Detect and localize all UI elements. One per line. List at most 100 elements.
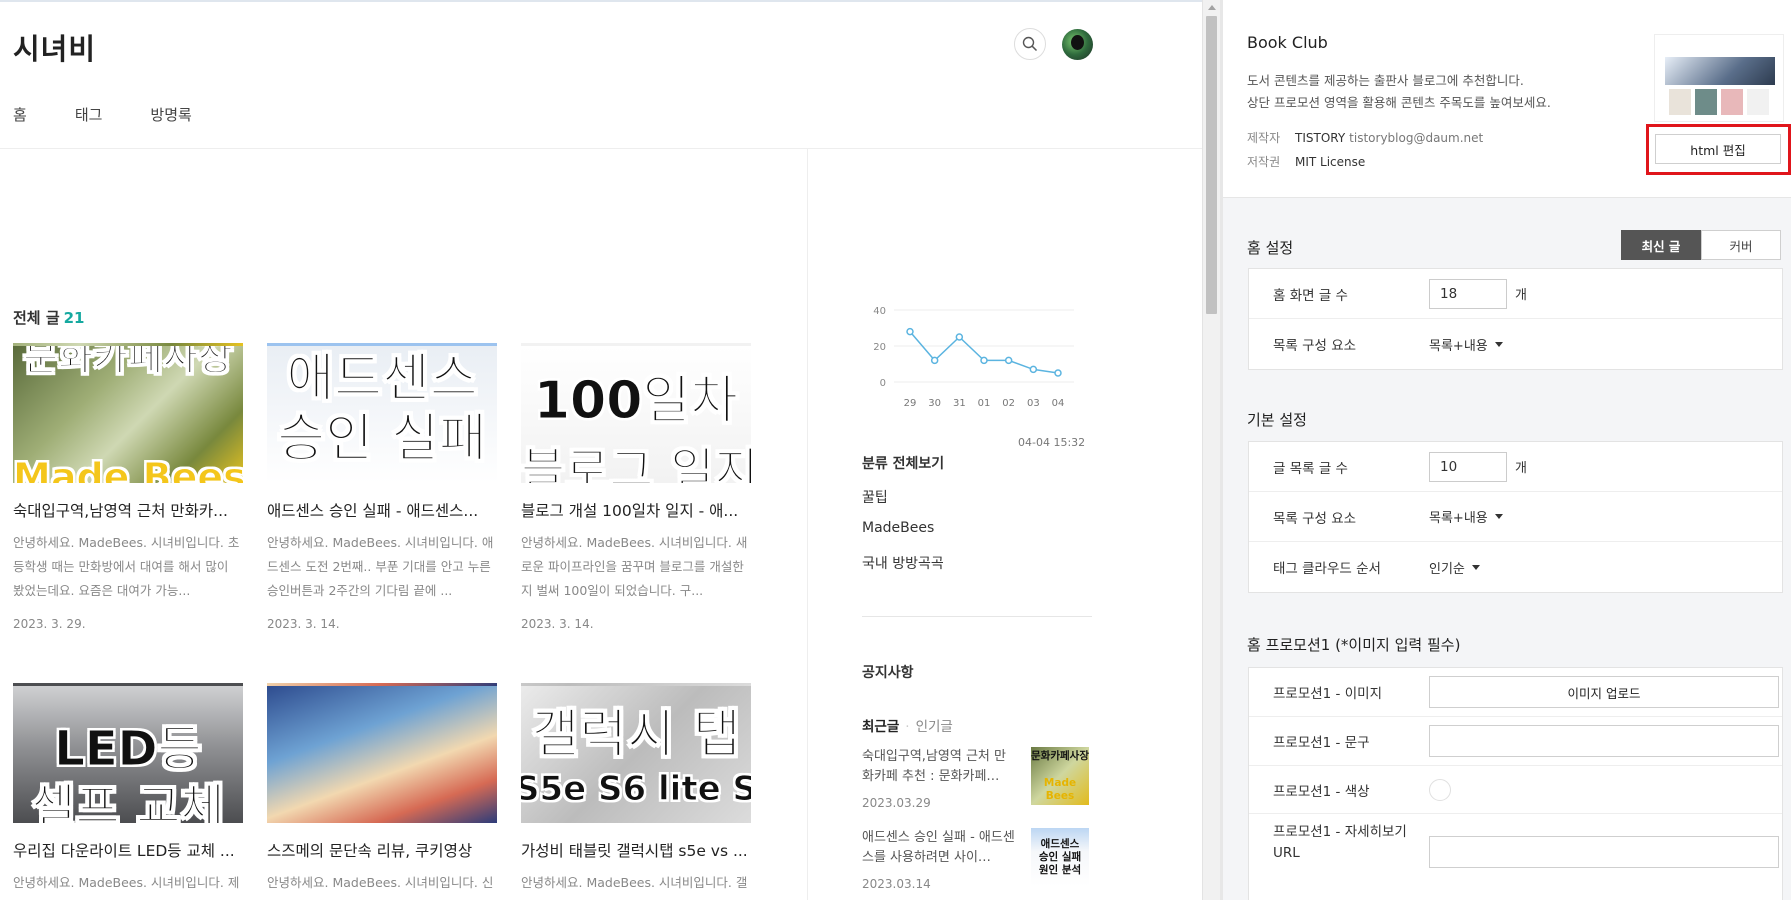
thumb-caption: LED등 bbox=[54, 721, 202, 777]
home-settings-title: 홈 설정 bbox=[1247, 239, 1294, 257]
skin-name: Book Club bbox=[1247, 33, 1328, 52]
dropdown-value: 목록+내용 bbox=[1429, 338, 1488, 354]
post-excerpt: 안녕하세요. MadeBees. 시녀비입니다. 초등학생 때는 만화방에서 대… bbox=[13, 535, 240, 598]
basic-list-component-label: 목록 구성 요소 bbox=[1273, 510, 1357, 527]
recent-post[interactable]: 숙대입구역,남영역 근처 만화카페 추천 : 문화카페… 2023.03.29 bbox=[862, 747, 1017, 813]
post-card[interactable]: 100일차 블로그 일지 블로그 개설 100일차 일지 - 애... 안녕하세… bbox=[521, 343, 751, 631]
recent-post-title[interactable]: 숙대입구역,남영역 근처 만화카페 추천 : 문화카페… bbox=[862, 747, 1017, 787]
promo-url-input[interactable] bbox=[1429, 836, 1779, 868]
skin-description: 도서 콘텐츠를 제공하는 출판사 블로그에 추천합니다. 상단 프로모션 영역을… bbox=[1247, 70, 1551, 114]
home-list-component-row: 목록 구성 요소 목록+내용 bbox=[1249, 319, 1782, 369]
home-list-component-label: 목록 구성 요소 bbox=[1273, 338, 1357, 354]
list-count-label: 글 목록 글 수 bbox=[1273, 460, 1348, 477]
visitor-data-point[interactable] bbox=[930, 356, 939, 365]
avatar[interactable] bbox=[1062, 29, 1093, 60]
nav-tag[interactable]: 태그 bbox=[75, 104, 103, 125]
recent-post-thumbnail[interactable]: 애드센스 승인 실패 원인 분석 bbox=[1031, 828, 1089, 886]
blog-title[interactable]: 시녀비 bbox=[13, 26, 96, 68]
visitor-chart: 0 20 40 29 30 31 01 02 03 04 bbox=[873, 306, 1074, 409]
post-thumbnail[interactable]: 갤럭시 탭 S5e S6 lite S7 fe bbox=[521, 683, 751, 823]
promo-text-label: 프로모션1 - 문구 bbox=[1273, 735, 1370, 751]
post-thumbnail[interactable]: 애드센스 승인 실패 bbox=[267, 343, 497, 483]
toggle-cover[interactable]: 커버 bbox=[1701, 230, 1781, 260]
image-upload-button[interactable]: 이미지 업로드 bbox=[1429, 676, 1779, 708]
thumb-caption: 문화카페사장 bbox=[23, 343, 234, 379]
post-thumbnail[interactable]: LED등 셀프 교체 bbox=[13, 683, 243, 823]
post-card[interactable]: 애드센스 승인 실패 애드센스 승인 실패 - 애드센스... 안녕하세요. M… bbox=[267, 343, 497, 631]
visitor-data-point[interactable] bbox=[1029, 365, 1038, 374]
thumb-caption: 애드센스 bbox=[286, 349, 478, 409]
list-count-input[interactable] bbox=[1429, 451, 1507, 482]
skin-preview-image bbox=[1654, 34, 1784, 122]
home-list-component-dropdown[interactable]: 목록+내용 bbox=[1429, 335, 1503, 354]
post-title[interactable]: 스즈메의 문단속 리뷰, 쿠키영상 bbox=[267, 839, 497, 861]
x-tick-label: 03 bbox=[1027, 398, 1040, 409]
post-card[interactable]: LED등 셀프 교체 우리집 다운라이트 LED등 교체 ... 안녕하세요. … bbox=[13, 683, 243, 900]
search-button[interactable] bbox=[1014, 28, 1046, 60]
promo-color-label: 프로모션1 - 색상 bbox=[1273, 783, 1370, 800]
visitor-data-point[interactable] bbox=[906, 327, 914, 336]
promo-text-input[interactable] bbox=[1429, 725, 1779, 757]
visitor-data-point[interactable] bbox=[980, 356, 988, 365]
post-thumbnail[interactable] bbox=[267, 683, 497, 823]
post-card[interactable]: 스즈메의 문단속 리뷰, 쿠키영상 안녕하세요. MadeBees. 시녀비입니… bbox=[267, 683, 497, 900]
category-all[interactable]: 분류 전체보기 bbox=[862, 453, 944, 473]
basic-list-component-row: 목록 구성 요소 목록+내용 bbox=[1249, 492, 1782, 542]
recent-post[interactable]: 애드센스 승인 실패 - 애드센스를 사용하려면 사이… 2023.03.14 bbox=[862, 828, 1017, 894]
post-title[interactable]: 숙대입구역,남영역 근처 만화카... bbox=[13, 499, 243, 521]
post-date: 2023. 3. 14. bbox=[521, 617, 594, 631]
nav-guestbook[interactable]: 방명록 bbox=[150, 104, 191, 125]
home-settings-box: 홈 화면 글 수 개 목록 구성 요소 목록+내용 bbox=[1248, 268, 1783, 370]
scrollbar-thumb[interactable] bbox=[1206, 16, 1217, 314]
recent-post-date: 2023.03.29 bbox=[862, 796, 931, 810]
tab-popular[interactable]: 인기글 bbox=[916, 719, 953, 735]
chart-timestamp: 04-04 15:32 bbox=[1018, 436, 1086, 449]
tag-order-label: 태그 클라우드 순서 bbox=[1273, 561, 1381, 577]
category-domestic[interactable]: 국내 방방곡곡 bbox=[862, 553, 944, 573]
category-tips[interactable]: 꿀팁 bbox=[862, 487, 888, 507]
maker-key: 제작자 bbox=[1247, 131, 1281, 145]
post-excerpt: 안녕하세요. MadeBees. 시녀비입니다. 애드센스 도전 2번째.. 부… bbox=[267, 535, 494, 598]
promo-url-label: 프로모션1 - 자세히보기 URL bbox=[1273, 824, 1407, 861]
maker-row: 제작자 TISTORY tistoryblog@daum.net bbox=[1247, 129, 1483, 146]
post-thumbnail[interactable]: 100일차 블로그 일지 bbox=[521, 343, 751, 483]
html-edit-button[interactable]: html 편집 bbox=[1655, 134, 1781, 164]
post-title[interactable]: 우리집 다운라이트 LED등 교체 ... bbox=[13, 839, 243, 861]
nav-home[interactable]: 홈 bbox=[13, 104, 27, 125]
home-post-count-label: 홈 화면 글 수 bbox=[1273, 287, 1348, 304]
post-title[interactable]: 블로그 개설 100일차 일지 - 애... bbox=[521, 499, 751, 521]
tag-order-dropdown[interactable]: 인기순 bbox=[1429, 558, 1480, 577]
post-title[interactable]: 애드센스 승인 실패 - 애드센스... bbox=[267, 499, 497, 521]
post-thumbnail[interactable]: 문화카페사장 Made Bees bbox=[13, 343, 243, 483]
visitor-data-point[interactable] bbox=[1004, 356, 1013, 365]
thumb-caption: Made Bees bbox=[13, 455, 243, 483]
dropdown-value: 목록+내용 bbox=[1429, 511, 1488, 526]
toggle-latest[interactable]: 최신 글 bbox=[1621, 230, 1701, 260]
skin-desc-line: 상단 프로모션 영역을 활용해 콘텐츠 주목도를 높여보세요. bbox=[1247, 95, 1551, 110]
post-card[interactable]: 갤럭시 탭 S5e S6 lite S7 fe 가성비 태블릿 갤럭시탭 s5e… bbox=[521, 683, 751, 900]
preview-scrollbar[interactable] bbox=[1202, 0, 1220, 900]
y-tick-label: 20 bbox=[873, 342, 886, 353]
recent-post-title[interactable]: 애드센스 승인 실패 - 애드센스를 사용하려면 사이… bbox=[862, 828, 1017, 868]
thumb-caption: 애드센스 bbox=[1040, 837, 1080, 850]
post-title[interactable]: 가성비 태블릿 갤럭시탭 s5e vs ... bbox=[521, 839, 751, 861]
total-posts-label: 전체 글 21 bbox=[13, 307, 85, 328]
thumb-caption: 승인 실패 bbox=[277, 409, 487, 469]
notice-title[interactable]: 공지사항 bbox=[862, 662, 914, 682]
home-post-count-input[interactable] bbox=[1429, 278, 1507, 309]
basic-list-component-dropdown[interactable]: 목록+내용 bbox=[1429, 507, 1503, 526]
category-madebees[interactable]: MadeBees bbox=[862, 520, 934, 536]
recent-post-thumbnail[interactable]: 문화카페사장 Made Bees bbox=[1031, 747, 1089, 805]
post-card[interactable]: 문화카페사장 Made Bees 숙대입구역,남영역 근처 만화카... 안녕하… bbox=[13, 343, 243, 631]
thumb-caption: Made Bees bbox=[1043, 776, 1077, 802]
maker-value: TISTORY bbox=[1295, 131, 1346, 145]
tab-recent[interactable]: 최근글 bbox=[862, 719, 899, 735]
x-tick-label: 30 bbox=[928, 398, 941, 409]
scroll-up-arrow-icon[interactable] bbox=[1208, 5, 1216, 10]
visitor-data-point[interactable] bbox=[955, 333, 964, 341]
caret-down-icon bbox=[1471, 564, 1480, 570]
caret-down-icon bbox=[1494, 514, 1503, 519]
promo-text-row: 프로모션1 - 문구 bbox=[1249, 717, 1782, 766]
color-picker[interactable] bbox=[1429, 778, 1451, 801]
visitor-data-point[interactable] bbox=[1054, 369, 1062, 377]
